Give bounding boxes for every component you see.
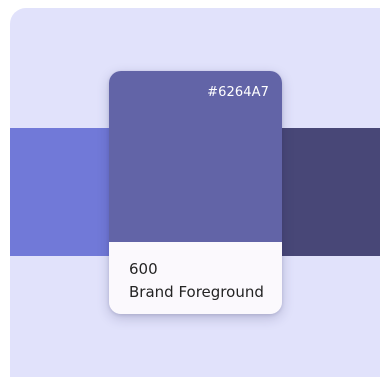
color-role-label: Brand Foreground	[129, 283, 264, 301]
right-neighbor-swatch	[280, 128, 380, 256]
color-swatch-card[interactable]: #6264A7 600 Brand Foreground	[109, 71, 282, 314]
hex-code-label: #6264A7	[207, 85, 269, 100]
left-neighbor-swatch	[10, 128, 120, 256]
shade-number-label: 600	[129, 260, 158, 278]
swatch-color-block: #6264A7	[109, 71, 282, 242]
color-palette-panel: #6264A7 600 Brand Foreground	[10, 8, 380, 377]
swatch-info: 600 Brand Foreground	[109, 242, 282, 314]
